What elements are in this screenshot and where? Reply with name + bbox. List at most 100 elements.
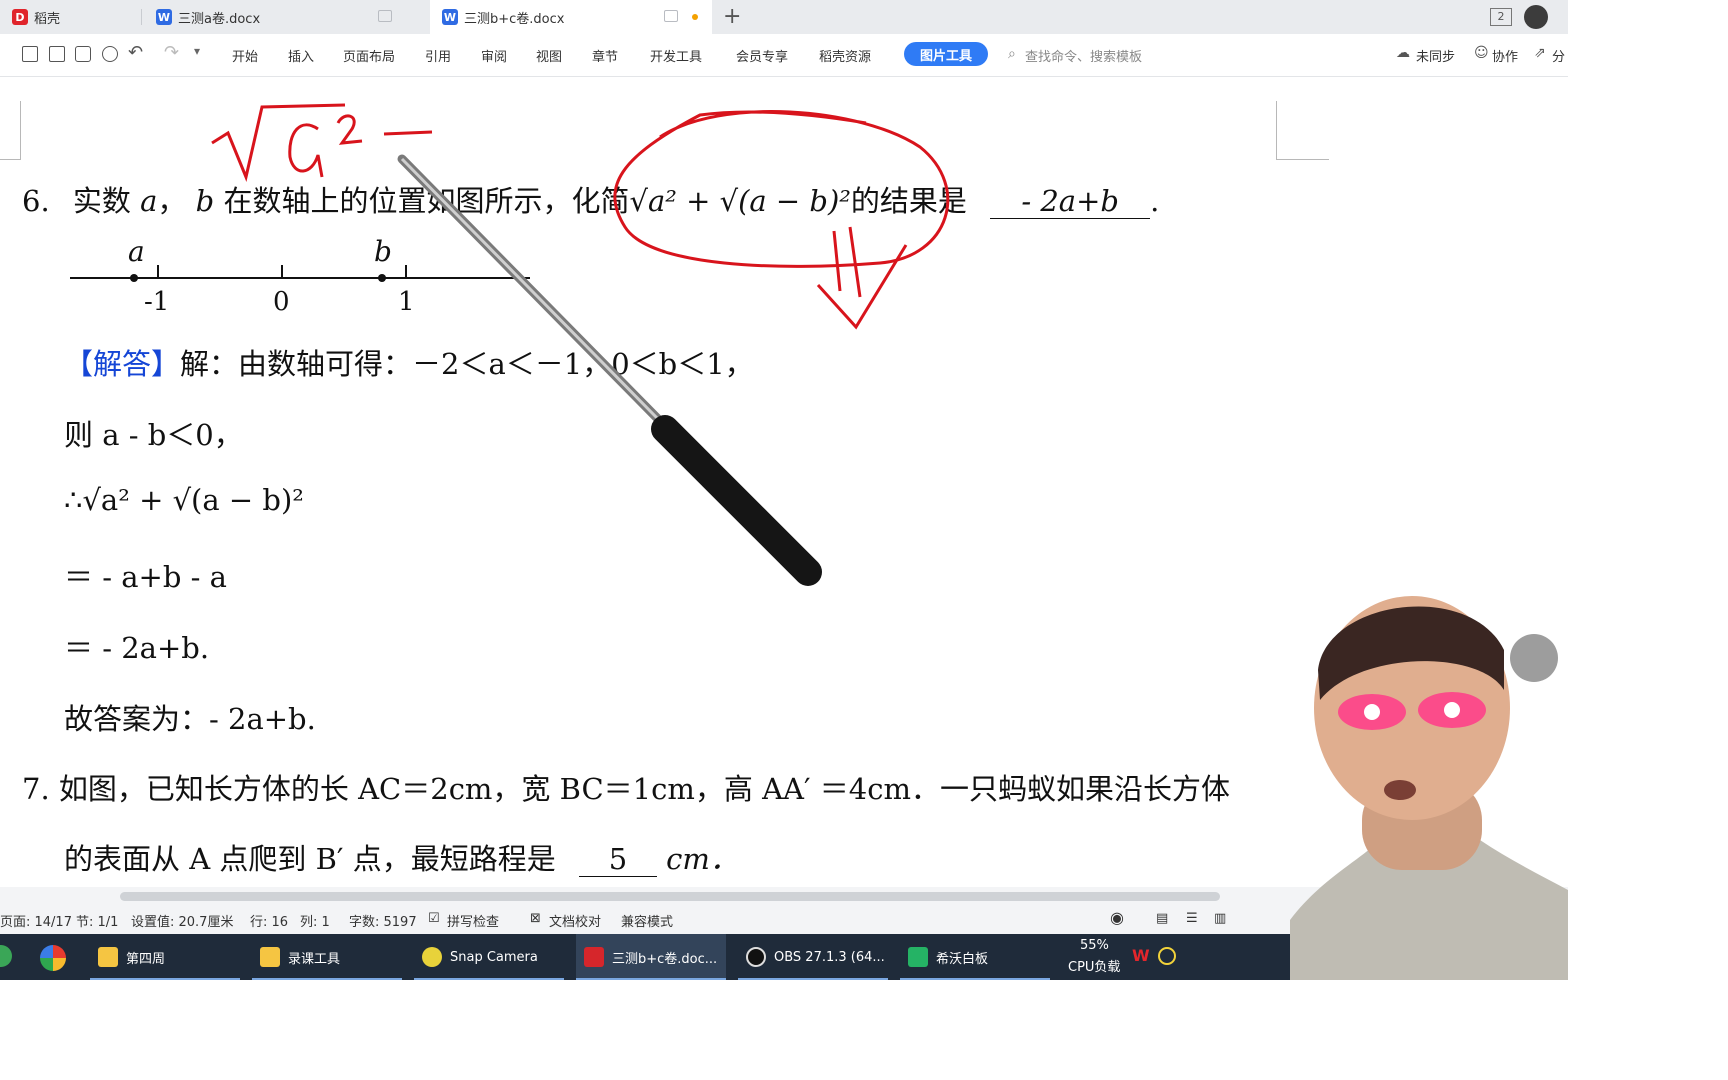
redo-icon[interactable]: ↷ [164, 42, 179, 63]
taskbar-label: 第四周 [126, 951, 166, 967]
tab-label: 稻壳 [34, 11, 61, 27]
print-preview-icon[interactable] [102, 46, 118, 62]
page-view-icon[interactable]: ▤ [1156, 911, 1168, 926]
word-count[interactable]: 字数: 5197 [349, 911, 417, 930]
proofread-icon: ⊠ [530, 911, 541, 926]
menu-member[interactable]: 会员专享 [736, 46, 788, 65]
toolbar: ↶ ↷ ▾ 开始 插入 页面布局 引用 审阅 视图 章节 开发工具 会员专享 稻… [0, 34, 1568, 77]
taskbar-item-folder[interactable]: 录课工具 [252, 934, 402, 980]
share-button[interactable]: 分 [1552, 46, 1565, 65]
pen-pointer-icon [397, 154, 822, 586]
save-icon[interactable] [22, 46, 38, 62]
obs-icon [746, 947, 766, 967]
page-indicator[interactable]: 页面: 14/17 [0, 911, 72, 930]
snap-camera-icon [422, 947, 442, 967]
solution-line-2: 则 a - b＜0， [64, 418, 243, 452]
right-eye-highlight [1444, 702, 1460, 718]
mouth [1384, 780, 1416, 800]
command-search-input[interactable]: 查找命令、搜索模板 [1025, 46, 1142, 65]
print-icon[interactable] [75, 46, 91, 62]
tray-app-icon[interactable] [1158, 947, 1176, 965]
setting-value[interactable]: 设置值: 20.7厘米 [131, 911, 233, 930]
chrome-icon[interactable] [40, 945, 66, 971]
taskbar-label: 三测b+c卷.doc... [612, 951, 718, 967]
menu-insert[interactable]: 插入 [288, 46, 314, 65]
section-indicator[interactable]: 节: 1/1 [76, 911, 118, 930]
app-icon[interactable] [0, 945, 12, 967]
handwritten-dash-stroke [383, 130, 433, 136]
new-tab-plus-icon[interactable]: + [723, 4, 741, 29]
menu-developer[interactable]: 开发工具 [650, 46, 702, 65]
output-pdf-icon[interactable] [49, 46, 65, 62]
taskbar-label: 录课工具 [288, 951, 341, 967]
wps-icon [584, 947, 604, 967]
tab-document-a[interactable]: W 三测a卷.docx [142, 0, 430, 34]
column-indicator: 列: 1 [300, 915, 330, 930]
handwritten-sqrt-stroke [211, 103, 346, 182]
question-text: . [1150, 184, 1160, 218]
wps-writer-icon: W [156, 9, 172, 25]
sync-status-button[interactable]: 未同步 [1416, 46, 1455, 65]
picture-tool-tab[interactable]: 图片工具 [904, 42, 988, 66]
question-text: 的表面从 A 点爬到 B′ 点，最短路程是 [64, 842, 556, 876]
row-indicator: 行: 16 [250, 915, 289, 930]
collaborate-button[interactable]: 协作 [1492, 46, 1518, 65]
question-text: cm． [666, 842, 739, 876]
menu-review[interactable]: 审阅 [481, 46, 507, 65]
taskbar-label: 希沃白板 [936, 951, 989, 967]
window-count-icon[interactable]: 2 [1490, 8, 1512, 26]
wps-tray-icon[interactable]: W [1132, 946, 1150, 965]
spell-check-button[interactable]: 拼写检查 [447, 911, 499, 930]
wps-writer-icon: W [442, 9, 458, 25]
solution-line-5: ＝ - 2a+b. [64, 631, 210, 665]
quick-access-dropdown-icon[interactable]: ▾ [194, 44, 200, 58]
reading-view-icon[interactable]: ▥ [1214, 911, 1226, 926]
taskbar-label: Snap Camera [450, 949, 538, 965]
search-icon: ⌕ [1008, 46, 1016, 62]
tab-document-bc[interactable]: W 三测b+c卷.docx [430, 0, 712, 34]
folder-icon [260, 947, 280, 967]
solution-conclusion: 故答案为：- 2a+b. [64, 702, 316, 736]
taskbar-item-obs[interactable]: OBS 27.1.3 (64... [738, 934, 888, 980]
solution-line-3: ∴√a² + √(a − b)² [64, 483, 304, 517]
handwritten-2-stroke [336, 114, 363, 145]
question-7-line-1: 7. 如图，已知长方体的长 AC＝2cm，宽 BC＝1cm，高 AA′ ＝4cm… [22, 772, 1230, 806]
undo-icon[interactable]: ↶ [128, 42, 143, 63]
monitor-icon [378, 10, 392, 22]
folder-icon [98, 947, 118, 967]
checkbox-icon[interactable]: ☑ [428, 911, 440, 926]
solution-line-4: ＝ - a+b - a [64, 560, 227, 594]
tab-label: 三测a卷.docx [178, 11, 261, 27]
cpu-label: CPU负载 [1068, 960, 1121, 975]
scrollbar-thumb[interactable] [120, 892, 1220, 901]
taskbar-item-wps[interactable]: 三测b+c卷.doc... [576, 934, 726, 980]
webcam-overlay [1290, 596, 1568, 980]
taskbar-item-snap-camera[interactable]: Snap Camera [414, 934, 564, 980]
menu-start[interactable]: 开始 [232, 46, 258, 65]
menu-references[interactable]: 引用 [425, 46, 451, 65]
menu-page-layout[interactable]: 页面布局 [343, 46, 395, 65]
document-proofread-button[interactable]: 文档校对 [549, 911, 601, 930]
avatar[interactable] [1524, 5, 1548, 29]
compatibility-mode: 兼容模式 [621, 915, 674, 930]
collaborate-icon: ☺ [1474, 45, 1489, 61]
outline-view-icon[interactable]: ☰ [1186, 911, 1198, 926]
handwritten-a-stroke [288, 123, 324, 178]
answer-blank: - 2a+b [990, 184, 1151, 219]
taskbar-item-whiteboard[interactable]: 希沃白板 [900, 934, 1050, 980]
menu-chapter[interactable]: 章节 [592, 46, 618, 65]
unsaved-dot-icon [692, 14, 698, 20]
tab-daoke[interactable]: D 稻壳 [0, 0, 142, 34]
menu-view[interactable]: 视图 [536, 46, 562, 65]
taskbar-label: OBS 27.1.3 (64... [774, 949, 885, 965]
question-7-line-2: 的表面从 A 点爬到 B′ 点，最短路程是 5 cm． [64, 836, 739, 878]
menu-daoke-resources[interactable]: 稻壳资源 [819, 46, 871, 65]
taskbar-item-folder[interactable]: 第四周 [90, 934, 240, 980]
monitor-icon [664, 10, 678, 22]
tab-bar: D 稻壳 W 三测a卷.docx W 三测b+c卷.docx + 2 [0, 0, 1568, 34]
cloud-icon: ☁ [1396, 45, 1410, 61]
daoke-logo-icon: D [12, 9, 28, 25]
cpu-percentage: 55% [1080, 938, 1109, 953]
answer-blank: 5 [578, 842, 657, 877]
eye-protection-icon[interactable]: ◉ [1110, 908, 1124, 927]
